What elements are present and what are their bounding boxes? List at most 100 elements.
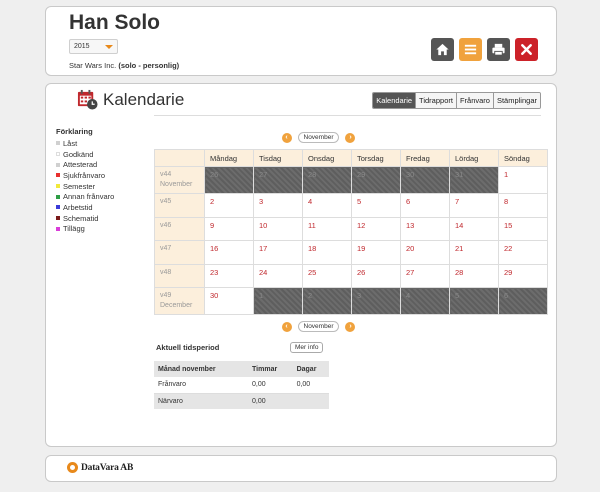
calendar-day[interactable]: 10 xyxy=(253,216,303,241)
weekday-header: Lördag xyxy=(449,149,499,167)
calendar-day-outside: 3 xyxy=(351,287,401,315)
week-cell: v44 November xyxy=(154,166,205,194)
weekday-header: Torsdag xyxy=(351,149,401,167)
calendar-day[interactable]: 29 xyxy=(498,263,548,288)
legend-swatch xyxy=(56,141,60,146)
legend-item: Låst xyxy=(56,138,151,149)
page-heading: Kalendarie xyxy=(77,89,184,110)
logo-text: DataVara AB xyxy=(81,462,134,473)
calendar-day-outside: 28 xyxy=(302,166,352,194)
prev-month-button[interactable]: ‹ xyxy=(281,321,292,332)
year-select[interactable]: 2015 xyxy=(69,39,118,54)
company-name: Star Wars Inc. xyxy=(69,61,117,70)
period-cell: Frånvaro xyxy=(154,377,249,394)
period-cell: 0,00 xyxy=(248,393,293,409)
legend-label: Attesterad xyxy=(63,160,98,170)
week-number: v47 xyxy=(160,245,172,252)
page-title: Kalendarie xyxy=(103,89,185,109)
calendar-day[interactable]: 4 xyxy=(302,193,352,218)
year-value: 2015 xyxy=(74,43,90,50)
company-info: Star Wars Inc. (solo - personlig) xyxy=(69,61,179,70)
home-button[interactable] xyxy=(431,38,454,61)
next-month-button[interactable]: › xyxy=(345,132,356,143)
calendar-day-outside: 30 xyxy=(400,166,450,194)
legend-label: Sjukfrånvaro xyxy=(63,170,106,180)
legend-item: Arbetstid xyxy=(56,202,151,213)
table-row: Närvaro 0,00 xyxy=(154,393,329,409)
legend-item: Sjukfrånvaro xyxy=(56,170,151,181)
close-button[interactable] xyxy=(515,38,538,61)
calendar-day[interactable]: 15 xyxy=(498,216,548,241)
calendar-clock-icon xyxy=(77,89,98,110)
calendar-day[interactable]: 9 xyxy=(204,216,254,241)
calendar-day[interactable]: 8 xyxy=(498,193,548,218)
week-cell: v45 xyxy=(154,193,205,218)
header-panel: Han Solo 2015 Star Wars Inc. (solo - per… xyxy=(45,6,557,76)
print-button[interactable] xyxy=(487,38,510,61)
calendar-day[interactable]: 27 xyxy=(400,263,450,288)
calendar-day[interactable]: 5 xyxy=(351,193,401,218)
calendar-day[interactable]: 24 xyxy=(253,263,303,288)
calendar-day[interactable]: 23 xyxy=(204,263,254,288)
calendar-day[interactable]: 17 xyxy=(253,240,303,265)
calendar-day[interactable]: 16 xyxy=(204,240,254,265)
week-month: December xyxy=(160,302,193,309)
calendar-day[interactable]: 2 xyxy=(204,193,254,218)
month-nav-top: ‹ November › xyxy=(200,132,437,143)
calendar-day[interactable]: 18 xyxy=(302,240,352,265)
calendar-grid: Måndag Tisdag Onsdag Torsdag Fredag Lördag Sön… xyxy=(154,149,548,315)
calendar-day-outside: 2 xyxy=(302,287,352,315)
calendar-day[interactable]: 28 xyxy=(449,263,499,288)
calendar-day[interactable]: 20 xyxy=(400,240,450,265)
calendar-day[interactable]: 26 xyxy=(351,263,401,288)
calendar-day-outside: 26 xyxy=(204,166,254,194)
prev-month-button[interactable]: ‹ xyxy=(281,132,292,143)
calendar-day[interactable]: 25 xyxy=(302,263,352,288)
period-cell: Närvaro xyxy=(154,393,249,409)
legend-item: Attesterad xyxy=(56,159,151,170)
calendar-day-outside: 31 xyxy=(449,166,499,194)
calendar-day[interactable]: 13 xyxy=(400,216,450,241)
calendar-week-row: v44 November 26 27 28 29 30 31 1 xyxy=(154,166,548,194)
view-tabs: Kalendarie Tidrapport Frånvaro Stämpling… xyxy=(372,92,541,109)
period-col-month: Månad november xyxy=(154,361,249,377)
calendar-day[interactable]: 7 xyxy=(449,193,499,218)
home-icon xyxy=(436,43,449,56)
calendar-day[interactable]: 22 xyxy=(498,240,548,265)
logo-mark-icon xyxy=(67,462,78,473)
calendar-day[interactable]: 6 xyxy=(400,193,450,218)
period-cell: 0,00 xyxy=(292,377,329,394)
week-column-header xyxy=(154,149,205,167)
calendar-day[interactable]: 11 xyxy=(302,216,352,241)
tab-tidrapport[interactable]: Tidrapport xyxy=(415,93,456,108)
weekday-header: Tisdag xyxy=(253,149,303,167)
legend-swatch xyxy=(56,184,60,189)
calendar-day[interactable]: 21 xyxy=(449,240,499,265)
printer-icon xyxy=(492,43,505,56)
calendar-day[interactable]: 30 xyxy=(204,287,254,315)
next-month-button[interactable]: › xyxy=(345,321,356,332)
week-cell: v47 xyxy=(154,240,205,265)
main-panel: Kalendarie Kalendarie Tidrapport Frånvar… xyxy=(45,83,557,447)
period-col-days: Dagar xyxy=(292,361,329,377)
week-month: November xyxy=(160,181,193,188)
calendar-day-outside: 29 xyxy=(351,166,401,194)
calendar-day[interactable]: 1 xyxy=(498,166,548,194)
month-label: November xyxy=(297,132,340,143)
calendar-day-outside: 4 xyxy=(400,287,450,315)
legend-item: Tillägg xyxy=(56,224,151,235)
calendar-day[interactable]: 12 xyxy=(351,216,401,241)
calendar-week-row: v47 16 17 18 19 20 21 22 xyxy=(154,240,548,265)
calendar-day[interactable]: 19 xyxy=(351,240,401,265)
calendar-day[interactable]: 14 xyxy=(449,216,499,241)
more-info-button[interactable]: Mer info xyxy=(290,342,324,353)
calendar-day[interactable]: 3 xyxy=(253,193,303,218)
calendar-week-row: v49 December 30 1 2 3 4 5 6 xyxy=(154,287,548,315)
week-number: v45 xyxy=(160,198,172,205)
tab-franvaro[interactable]: Frånvaro xyxy=(455,93,493,108)
tab-kalendarie[interactable]: Kalendarie xyxy=(373,93,416,108)
legend-label: Godkänd xyxy=(63,149,94,159)
legend-label: Arbetstid xyxy=(63,202,93,212)
menu-button[interactable] xyxy=(459,38,482,61)
tab-stamplingar[interactable]: Stämplingar xyxy=(492,93,540,108)
